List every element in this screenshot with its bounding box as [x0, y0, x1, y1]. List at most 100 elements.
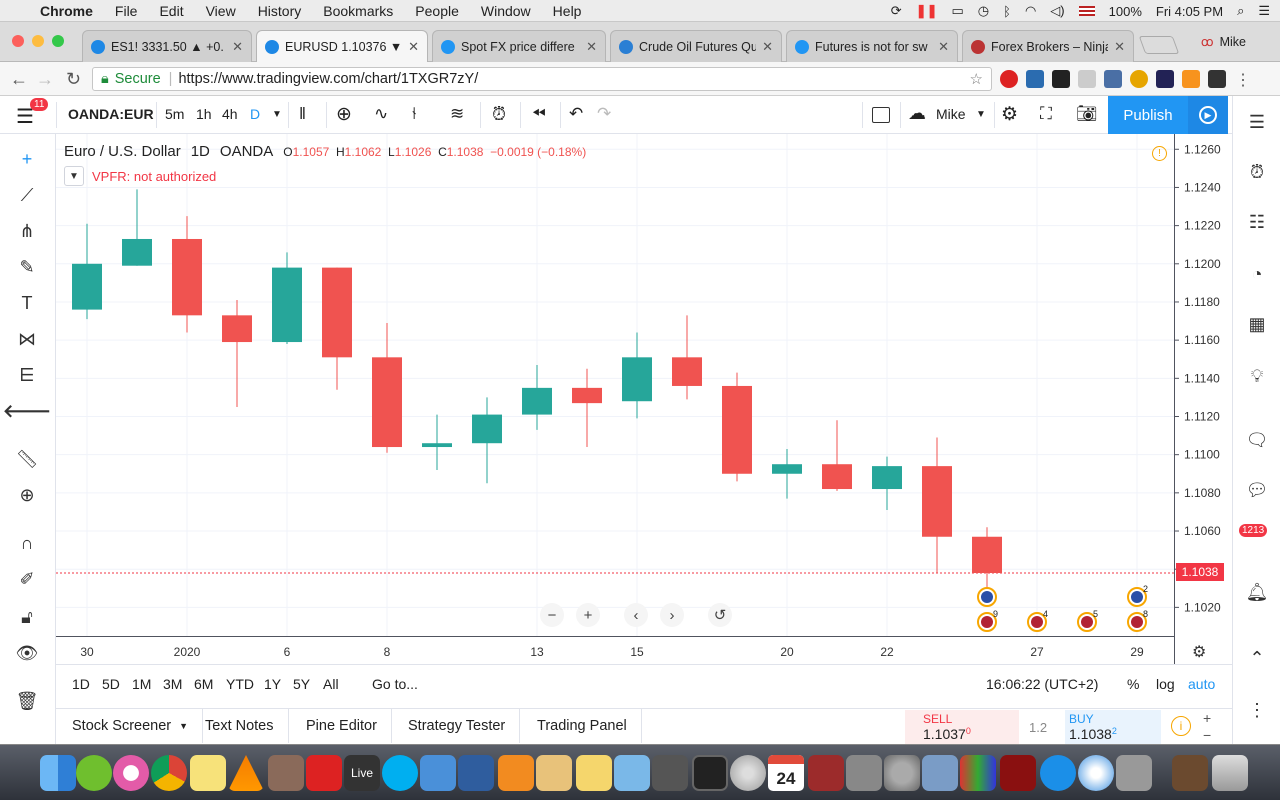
interval-1h[interactable]: 1h [196, 106, 212, 122]
candle-body[interactable] [222, 315, 252, 343]
chrome-menu-icon[interactable]: ⋮ [1234, 70, 1252, 89]
info-icon[interactable]: i [1171, 716, 1191, 736]
vlc-icon[interactable] [228, 755, 264, 791]
notification-center-icon[interactable]: ☰ [1258, 3, 1270, 19]
browser-tab[interactable]: Forex Brokers – Ninja ✕ [962, 30, 1134, 62]
timezone-clock[interactable]: 16:06:22 (UTC+2) [986, 676, 1098, 692]
app2-icon[interactable] [652, 755, 688, 791]
sync-icon[interactable]: ⟳ [891, 3, 902, 19]
candle-body[interactable] [172, 238, 202, 316]
calendar-icon[interactable]: ▦ [1243, 310, 1271, 338]
extension-icon[interactable] [1052, 70, 1070, 88]
streams-icon[interactable]: 🗨︎ [1243, 426, 1271, 454]
menu-history[interactable]: History [258, 3, 302, 19]
calculator-icon[interactable] [846, 755, 882, 791]
tab-close-icon[interactable]: ✕ [408, 39, 419, 55]
candle-body[interactable] [772, 464, 802, 474]
candle-body[interactable] [722, 385, 752, 474]
range-3m[interactable]: 3M [163, 676, 182, 692]
cloud-icon[interactable]: ☁︎ [908, 103, 926, 124]
browser-tab[interactable]: Crude Oil Futures Qu ✕ [610, 30, 782, 62]
range-1m[interactable]: 1M [132, 676, 151, 692]
extension-icon[interactable] [1078, 70, 1096, 88]
tab-close-icon[interactable]: ✕ [232, 39, 243, 55]
candle-body[interactable] [272, 267, 302, 343]
system-prefs-icon[interactable] [884, 755, 920, 791]
dictionary-icon[interactable] [808, 755, 844, 791]
candle-body[interactable] [622, 357, 652, 402]
bookmark-star-icon[interactable]: ☆ [970, 70, 983, 88]
interval-5m[interactable]: 5m [165, 106, 184, 122]
skype-icon[interactable] [382, 755, 418, 791]
new-tab-button[interactable] [1138, 36, 1180, 54]
candle-body[interactable] [322, 267, 352, 358]
extension-icon[interactable] [1182, 70, 1200, 88]
menu-window[interactable]: Window [481, 3, 531, 19]
candle-body[interactable] [372, 357, 402, 448]
menu-file[interactable]: File [115, 3, 138, 19]
back-icon[interactable]: ← [10, 69, 28, 90]
forward-icon[interactable]: → [36, 69, 54, 90]
trash-dock-icon[interactable] [1212, 755, 1248, 791]
browser-tab[interactable]: Spot FX price differe ✕ [432, 30, 606, 62]
data-window-icon[interactable]: ☷ [1243, 208, 1271, 236]
extension-icon[interactable] [1156, 70, 1174, 88]
layout-dropdown-icon[interactable]: ▼ [976, 109, 986, 120]
tree-icon[interactable]: ⋮ [1243, 696, 1271, 724]
percent-toggle[interactable]: % [1127, 676, 1139, 692]
pitchfork-icon[interactable]: ⋔ [14, 218, 40, 244]
books-icon[interactable] [960, 755, 996, 791]
app-icon[interactable] [268, 755, 304, 791]
range-6m[interactable]: 6M [194, 676, 213, 692]
volume-icon[interactable]: ◁) [1050, 3, 1064, 19]
range-1d[interactable]: 1D [72, 676, 90, 692]
extension-icon[interactable] [1208, 70, 1226, 88]
tab-close-icon[interactable]: ✕ [938, 39, 949, 55]
candle-body[interactable] [972, 536, 1002, 574]
live-icon[interactable]: Live [344, 755, 380, 791]
documents-icon[interactable] [1172, 755, 1208, 791]
range-5d[interactable]: 5D [102, 676, 120, 692]
prediction-icon[interactable]: ⋿ [14, 362, 40, 388]
publish-button[interactable]: Publish [1108, 96, 1188, 134]
preview-icon[interactable] [576, 755, 612, 791]
brush-icon[interactable]: ✎ [14, 254, 40, 280]
interval-dropdown-icon[interactable]: ▼ [272, 109, 282, 120]
zoom-out-button[interactable]: − [540, 603, 564, 627]
menu-help[interactable]: Help [553, 3, 582, 19]
reload-icon[interactable]: ↻ [66, 69, 81, 90]
virtualbox-icon[interactable] [458, 755, 494, 791]
menu-app-name[interactable]: Chrome [40, 3, 93, 19]
menu-people[interactable]: People [415, 3, 459, 19]
stickies-icon[interactable] [190, 755, 226, 791]
publish-dropdown-button[interactable]: ▶ [1188, 96, 1228, 134]
battery-percent[interactable]: 100% [1109, 4, 1142, 19]
clock[interactable]: Fri 4:05 PM [1156, 4, 1223, 19]
menu-edit[interactable]: Edit [159, 3, 183, 19]
text-tool-icon[interactable]: T [14, 290, 40, 316]
safari-icon[interactable] [1078, 755, 1114, 791]
fullscreen-icon[interactable]: ⛶ [1040, 104, 1052, 124]
tab-close-icon[interactable]: ✕ [586, 39, 597, 55]
trend-line-icon[interactable]: ⟋ [14, 182, 40, 208]
browser-tab[interactable]: EURUSD 1.10376 ▼ ✕ [256, 30, 428, 63]
utorrent-icon[interactable] [76, 755, 112, 791]
compare-icon[interactable]: ⊕ [336, 103, 352, 126]
wifi-icon[interactable]: ◠ [1025, 3, 1036, 19]
buy-button[interactable]: BUY 1.10382 [1065, 710, 1161, 744]
app-store-icon[interactable] [1040, 755, 1076, 791]
candle-body[interactable] [822, 464, 852, 490]
minus-icon[interactable]: − [1203, 727, 1211, 744]
plus-icon[interactable]: + [1203, 710, 1211, 727]
quantity-stepper[interactable]: + − [1203, 710, 1211, 744]
chat-icon[interactable]: 💬︎ [1243, 476, 1271, 504]
range-5y[interactable]: 5Y [293, 676, 310, 692]
tab-close-icon[interactable]: ✕ [762, 39, 773, 55]
menu-bookmarks[interactable]: Bookmarks [323, 3, 393, 19]
indicators-icon[interactable]: ∿ [374, 104, 388, 124]
flag-icon[interactable] [1078, 6, 1095, 16]
hotlist-icon[interactable]: ◔ [1243, 260, 1271, 288]
magnet-icon[interactable]: ∩ [14, 530, 40, 556]
scroll-left-button[interactable]: ‹ [624, 603, 648, 627]
pattern-icon[interactable]: ⋈ [14, 326, 40, 352]
